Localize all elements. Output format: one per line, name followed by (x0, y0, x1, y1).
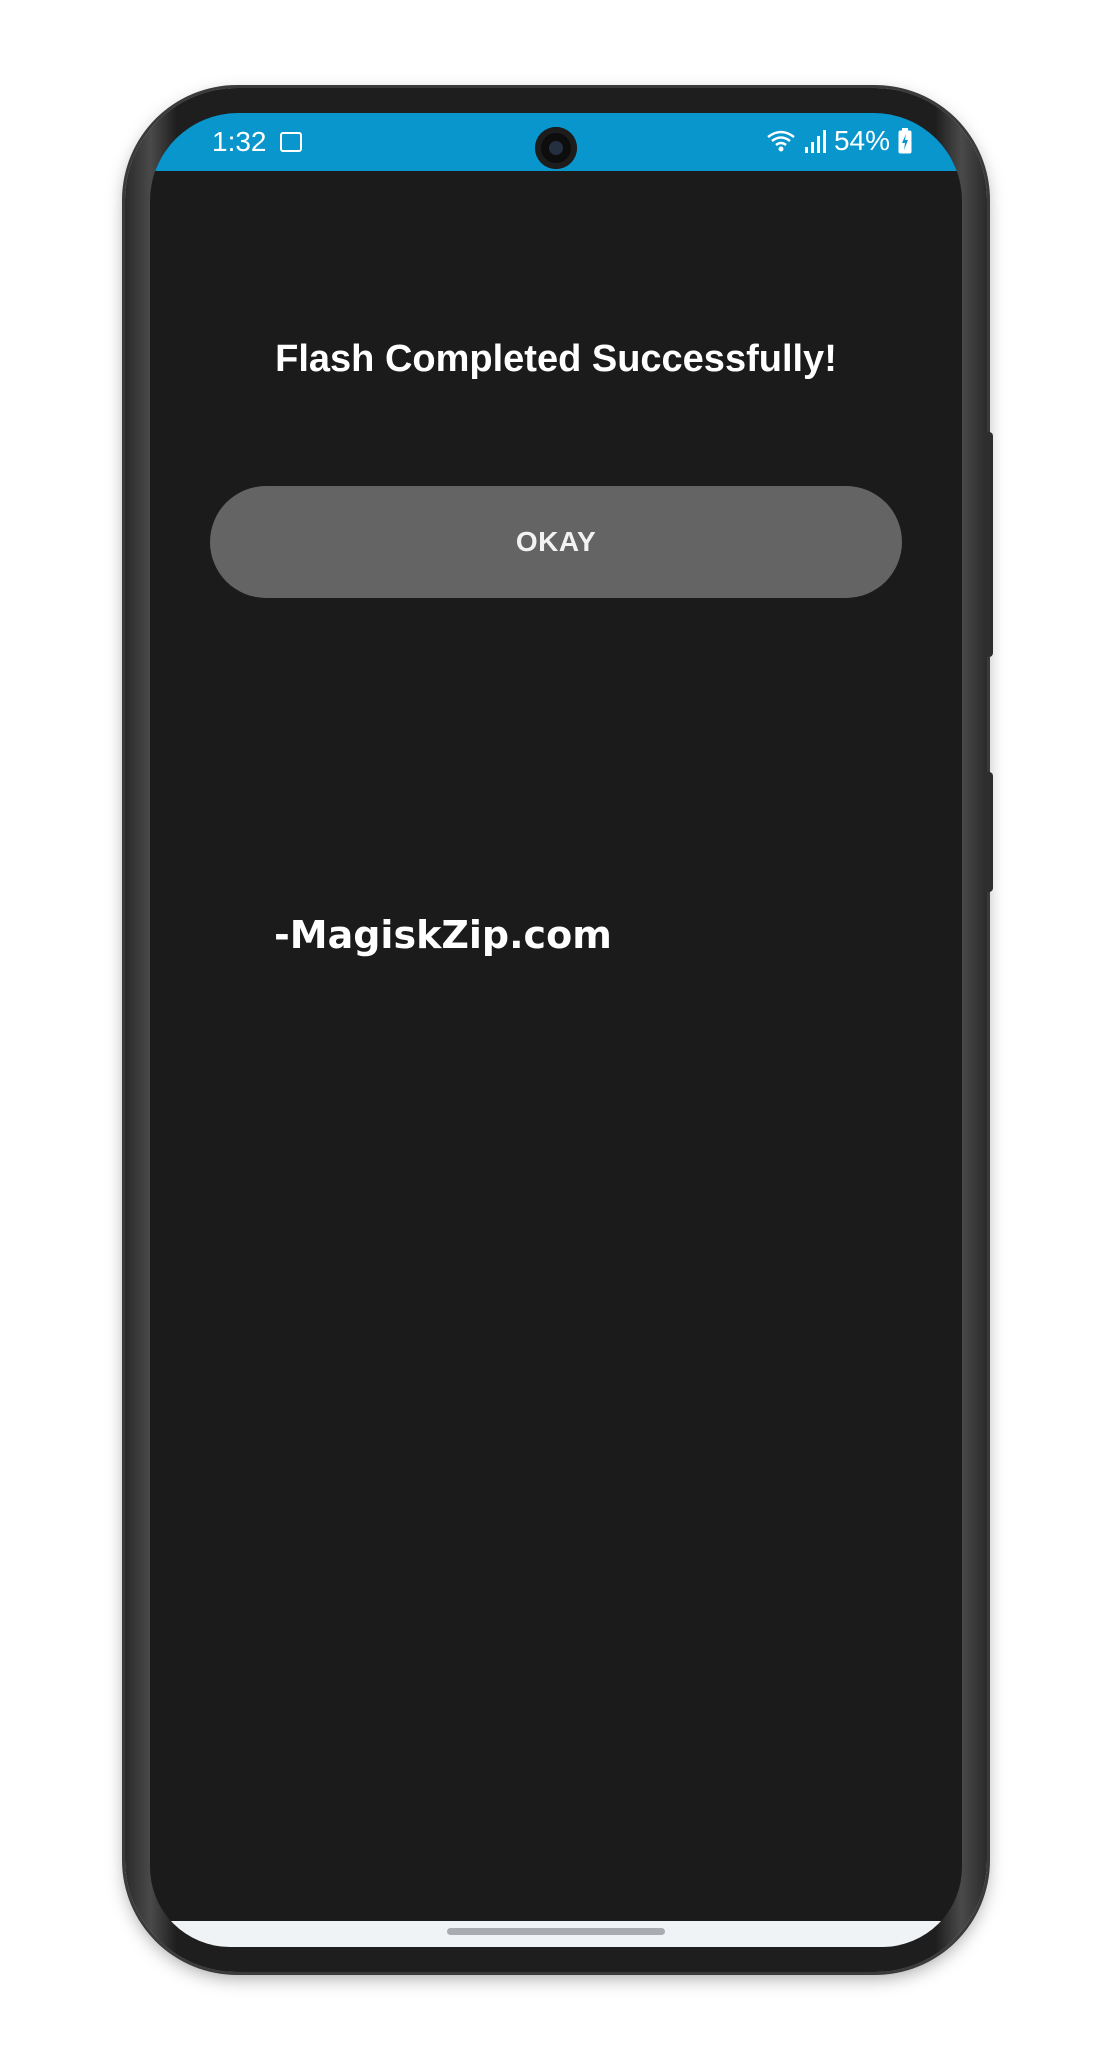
watermark-text: -MagiskZip.com (274, 913, 612, 957)
wifi-icon (767, 130, 795, 152)
signal-icon (804, 130, 826, 153)
front-camera (535, 127, 577, 169)
battery-charging-icon (898, 128, 912, 154)
home-indicator[interactable] (447, 1928, 665, 1935)
status-time: 1:32 (212, 126, 267, 157)
navigation-bar (150, 1921, 962, 1947)
power-button (985, 432, 993, 657)
battery-percent: 54% (833, 125, 890, 156)
volume-button (985, 772, 993, 892)
dialog-title: Flash Completed Successfully! (275, 338, 837, 380)
status-bar: 1:32 54% (150, 113, 962, 171)
screen: 1:32 54% Flash Completed Successfully! O… (150, 113, 962, 1947)
image-icon (280, 132, 302, 152)
status-indicators: 54% (766, 125, 912, 157)
okay-button[interactable]: OKAY (210, 486, 902, 598)
